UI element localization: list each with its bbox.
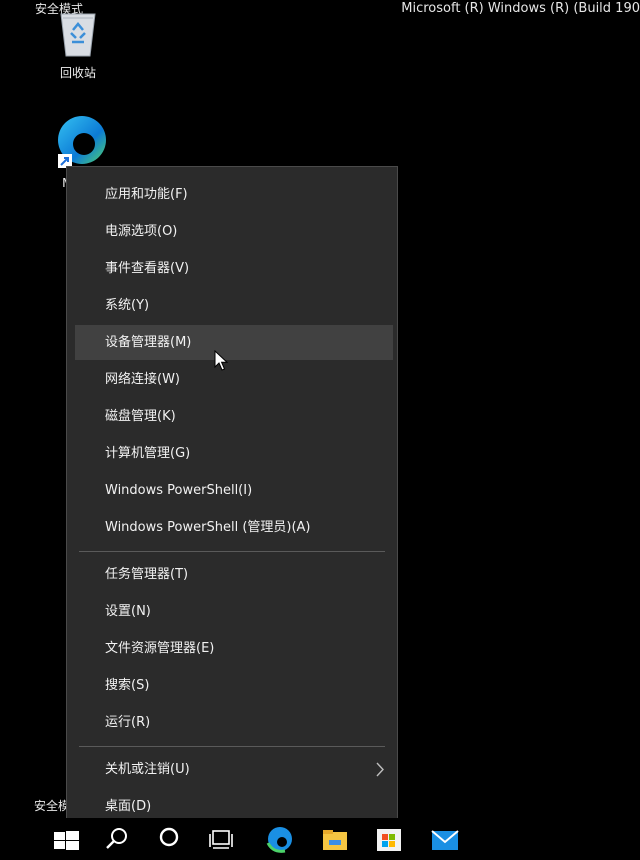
menu-item-label: Windows PowerShell (管理员)(A) [105, 520, 311, 535]
menu-item-network-connections[interactable]: 网络连接(W) [75, 362, 393, 397]
recycle-bin-icon [60, 13, 96, 57]
menu-item-label: 关机或注销(U) [105, 762, 190, 777]
menu-item-device-manager[interactable]: 设备管理器(M) [75, 325, 393, 360]
winx-context-menu: 应用和功能(F) 电源选项(O) 事件查看器(V) 系统(Y) 设备管理器(M)… [66, 166, 398, 830]
menu-item-powershell[interactable]: Windows PowerShell(I) [75, 473, 393, 508]
task-view-icon[interactable] [204, 823, 238, 857]
menu-item-label: 计算机管理(G) [105, 446, 191, 461]
menu-separator [79, 746, 385, 747]
taskbar [0, 818, 640, 860]
menu-item-search[interactable]: 搜索(S) [75, 668, 393, 703]
menu-item-label: 网络连接(W) [105, 372, 180, 387]
safe-mode-label-bottom: 安全模 [34, 799, 71, 813]
menu-item-run[interactable]: 运行(R) [75, 705, 393, 740]
menu-item-label: 文件资源管理器(E) [105, 641, 215, 656]
menu-separator [79, 551, 385, 552]
menu-item-label: 事件查看器(V) [105, 261, 190, 276]
windows-start-icon[interactable] [50, 823, 84, 857]
menu-item-powershell-admin[interactable]: Windows PowerShell (管理员)(A) [75, 510, 393, 545]
menu-item-disk-management[interactable]: 磁盘管理(K) [75, 399, 393, 434]
menu-item-label: Windows PowerShell(I) [105, 483, 253, 498]
menu-item-file-explorer[interactable]: 文件资源管理器(E) [75, 631, 393, 666]
desktop-icon-recycle-bin[interactable]: 回收站 [40, 8, 116, 81]
edge-icon[interactable] [263, 823, 297, 857]
menu-item-task-manager[interactable]: 任务管理器(T) [75, 557, 393, 592]
menu-item-label: 系统(Y) [105, 298, 150, 313]
cortana-icon[interactable] [152, 823, 186, 857]
menu-item-apps-features[interactable]: 应用和功能(F) [75, 177, 393, 212]
mail-icon[interactable] [428, 823, 462, 857]
file-explorer-icon[interactable] [318, 823, 352, 857]
menu-item-system[interactable]: 系统(Y) [75, 288, 393, 323]
menu-item-label: 搜索(S) [105, 678, 150, 693]
menu-item-computer-management[interactable]: 计算机管理(G) [75, 436, 393, 471]
recycle-bin-label: 回收站 [59, 66, 96, 80]
edge-icon [58, 116, 106, 168]
store-icon[interactable] [372, 823, 406, 857]
menu-item-label: 设备管理器(M) [105, 335, 192, 350]
menu-item-shutdown-signout[interactable]: 关机或注销(U) [75, 752, 393, 787]
menu-item-label: 桌面(D) [105, 799, 152, 814]
menu-item-label: 应用和功能(F) [105, 187, 188, 202]
search-icon[interactable] [100, 823, 134, 857]
menu-item-settings[interactable]: 设置(N) [75, 594, 393, 629]
menu-item-label: 设置(N) [105, 604, 151, 619]
menu-item-power-options[interactable]: 电源选项(O) [75, 214, 393, 249]
mouse-cursor-icon [214, 350, 229, 371]
menu-item-label: 运行(R) [105, 715, 151, 730]
menu-item-label: 磁盘管理(K) [105, 409, 176, 424]
menu-item-label: 电源选项(O) [105, 224, 178, 239]
menu-item-event-viewer[interactable]: 事件查看器(V) [75, 251, 393, 286]
chevron-right-icon [376, 762, 384, 777]
build-info-text: Microsoft (R) Windows (R) (Build 190 [401, 1, 640, 16]
menu-item-label: 任务管理器(T) [105, 567, 189, 582]
